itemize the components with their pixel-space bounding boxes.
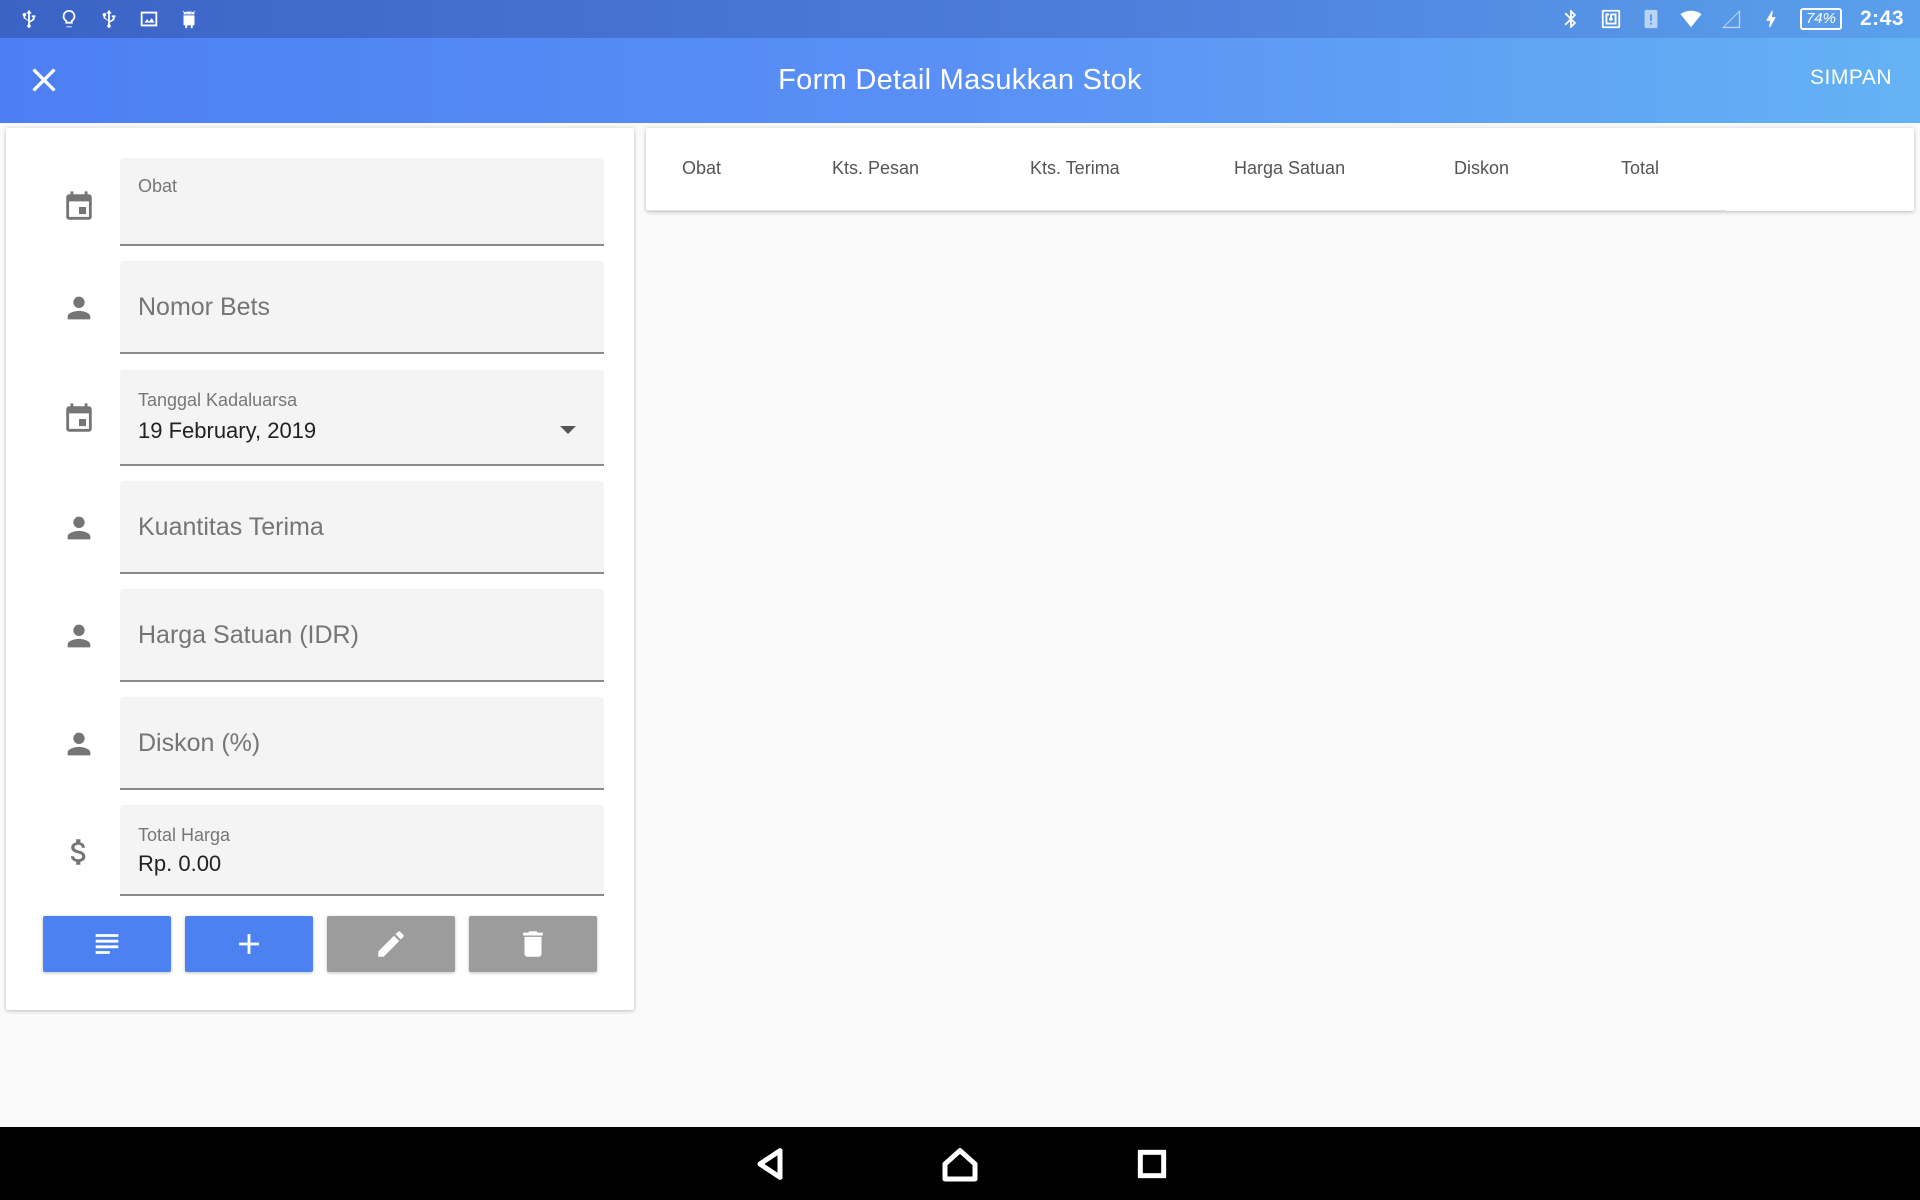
field-row-kuantitas-terima: Kuantitas Terima	[6, 481, 634, 574]
harga-satuan-input[interactable]: Harga Satuan (IDR)	[120, 589, 604, 682]
list-icon	[95, 934, 119, 954]
tanggal-kadaluarsa-value: 19 February, 2019	[138, 418, 317, 443]
dollar-icon	[62, 835, 96, 869]
wifi-icon	[1680, 8, 1702, 30]
alert-icon	[1640, 8, 1662, 30]
total-harga-field[interactable]: Total Harga Rp. 0.00	[120, 805, 604, 896]
usb-debug-icon	[98, 8, 120, 30]
kuantitas-terima-input[interactable]: Kuantitas Terima	[120, 481, 604, 574]
obat-label: Obat	[138, 176, 178, 196]
home-button[interactable]	[940, 1144, 980, 1184]
column-header-obat[interactable]: Obat	[682, 158, 721, 179]
edit-button[interactable]	[327, 916, 455, 972]
total-harga-label: Total Harga	[138, 825, 231, 845]
image-icon	[138, 8, 160, 30]
close-button[interactable]	[24, 60, 64, 100]
field-row-nomor-bets: Nomor Bets	[6, 261, 634, 354]
person-icon	[62, 291, 96, 325]
status-clock: 2:43	[1859, 7, 1904, 30]
calendar-icon	[62, 402, 96, 436]
nfc-icon	[1600, 8, 1622, 30]
navigation-bar	[0, 1127, 1920, 1200]
recents-icon	[1137, 1149, 1167, 1179]
diskon-placeholder: Diskon (%)	[138, 729, 261, 757]
obat-field[interactable]: Obat	[120, 158, 604, 246]
signal-icon	[1720, 8, 1742, 30]
column-header-diskon[interactable]: Diskon	[1454, 158, 1509, 179]
pencil-icon	[378, 931, 404, 957]
field-row-harga-satuan: Harga Satuan (IDR)	[6, 589, 634, 682]
total-harga-value: Rp. 0.00	[138, 851, 222, 876]
close-icon	[32, 68, 56, 92]
column-header-kts-terima[interactable]: Kts. Terima	[1030, 158, 1120, 179]
tanggal-kadaluarsa-label: Tanggal Kadaluarsa	[138, 390, 298, 410]
tanggal-kadaluarsa-dropdown[interactable]: Tanggal Kadaluarsa 19 February, 2019	[120, 370, 604, 466]
person-icon	[62, 727, 96, 761]
diskon-input[interactable]: Diskon (%)	[120, 697, 604, 790]
field-row-total-harga: Total Harga Rp. 0.00	[6, 805, 634, 896]
trash-icon	[523, 931, 543, 957]
field-row-obat: Obat	[6, 158, 634, 246]
nomor-bets-placeholder: Nomor Bets	[138, 293, 270, 321]
table-card: Obat Kts. Pesan Kts. Terima Harga Satuan…	[646, 128, 1914, 211]
person-icon	[62, 619, 96, 653]
delete-button[interactable]	[469, 916, 597, 972]
column-header-kts-pesan[interactable]: Kts. Pesan	[832, 158, 919, 179]
back-button[interactable]	[750, 1144, 790, 1184]
action-button-row	[43, 916, 603, 972]
field-row-diskon: Diskon (%)	[6, 697, 634, 790]
app-bar: Form Detail Masukkan Stok SIMPAN	[0, 38, 1920, 123]
android-icon	[178, 8, 200, 30]
harga-satuan-placeholder: Harga Satuan (IDR)	[138, 621, 359, 649]
status-bar-left	[18, 8, 200, 30]
charging-icon	[1760, 8, 1782, 30]
save-button[interactable]: SIMPAN	[1810, 66, 1892, 90]
page-title: Form Detail Masukkan Stok	[778, 64, 1142, 96]
plus-icon	[239, 934, 259, 954]
add-button[interactable]	[185, 916, 313, 972]
lightbulb-icon	[58, 8, 80, 30]
usb-icon	[18, 8, 40, 30]
kuantitas-terima-placeholder: Kuantitas Terima	[138, 513, 324, 541]
person-icon	[62, 511, 96, 545]
bluetooth-icon	[1560, 8, 1582, 30]
list-button[interactable]	[43, 916, 171, 972]
table-header: Obat Kts. Pesan Kts. Terima Harga Satuan…	[646, 128, 1726, 211]
status-bar: 74% 2:43	[0, 0, 1920, 38]
status-bar-right: 74% 2:43	[1560, 7, 1904, 31]
form-card: Obat Nomor Bets Tanggal Kadaluarsa 19 Fe…	[6, 128, 634, 1010]
chevron-down-icon	[560, 426, 576, 434]
battery-indicator: 74%	[1799, 8, 1842, 30]
column-header-total[interactable]: Total	[1621, 158, 1659, 179]
field-row-tanggal-kadaluarsa: Tanggal Kadaluarsa 19 February, 2019	[6, 370, 634, 466]
back-icon	[757, 1148, 783, 1180]
recents-button[interactable]	[1132, 1144, 1172, 1184]
nomor-bets-input[interactable]: Nomor Bets	[120, 261, 604, 354]
home-icon	[942, 1148, 978, 1182]
column-header-harga-satuan[interactable]: Harga Satuan	[1234, 158, 1345, 179]
calendar-icon	[62, 190, 96, 224]
